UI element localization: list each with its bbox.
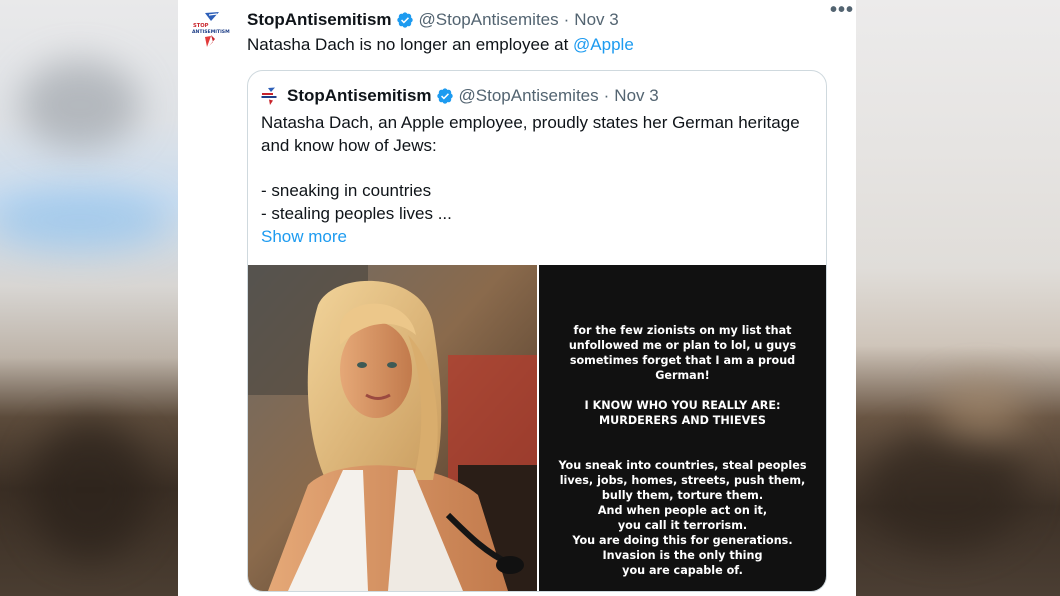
tweet-card[interactable]: STOP ANTISEMITISM StopAntisemitism @Stop… — [178, 0, 856, 596]
tweet-body: Natasha Dach is no longer an employee at — [247, 35, 574, 54]
media-grid[interactable]: for the few zionists on my list that unf… — [248, 265, 826, 591]
quoted-tweet-header: StopAntisemitism @StopAntisemites · Nov … — [261, 85, 659, 107]
story-line: unfollowed me or plan to lol, u guys — [568, 339, 797, 352]
logo-text-antisemitism: ANTISEMITISM — [192, 29, 230, 35]
story-line: you are capable of. — [622, 564, 743, 577]
quoted-logo-avatar[interactable] — [261, 86, 281, 106]
story-line: MURDERERS AND THIEVES — [599, 414, 766, 427]
logo-text-stop: STOP — [193, 23, 209, 29]
story-line — [539, 383, 826, 398]
quoted-tweet[interactable]: StopAntisemitism @StopAntisemites · Nov … — [247, 70, 827, 592]
background-right — [855, 0, 1060, 596]
story-line: Invasion is the only thing — [602, 549, 763, 562]
story-line: you call it terrorism. — [617, 519, 748, 532]
quoted-text-line: - stealing peoples lives ... — [261, 203, 452, 223]
story-line: You are doing this for generations. — [572, 534, 793, 547]
quoted-tweet-date[interactable]: Nov 3 — [614, 86, 658, 106]
quoted-verified-badge-icon — [436, 88, 453, 104]
background-left — [0, 0, 178, 596]
quoted-separator-dot: · — [603, 86, 610, 105]
story-line: bully them, torture them. — [601, 489, 764, 502]
story-line — [539, 428, 826, 443]
quoted-author-name[interactable]: StopAntisemitism — [287, 86, 432, 106]
author-handle[interactable]: @StopAntisemites — [419, 10, 559, 30]
story-screenshot[interactable]: for the few zionists on my list that unf… — [539, 265, 826, 591]
quoted-text-line: and know how of Jews: — [261, 135, 437, 155]
quoted-tweet-text: Natasha Dach, an Apple employee, proudly… — [261, 112, 821, 248]
tweet-header: StopAntisemitism @StopAntisemites · Nov … — [247, 9, 836, 31]
author-name[interactable]: StopAntisemitism — [247, 10, 392, 30]
story-line: sometimes forget that I am a proud — [569, 354, 796, 367]
quoted-text-line — [261, 157, 821, 180]
quoted-author-handle[interactable]: @StopAntisemites — [459, 86, 599, 106]
photo-woman-sunset[interactable] — [248, 265, 537, 591]
mention-link[interactable]: @Apple — [573, 35, 634, 54]
separator-dot: · — [563, 10, 570, 29]
show-more-link[interactable]: Show more — [261, 226, 821, 249]
quoted-text-line: - sneaking in countries — [261, 181, 432, 201]
tweet-date[interactable]: Nov 3 — [574, 10, 618, 30]
story-line: You sneak into countries, steal peoples — [558, 459, 807, 472]
more-options-icon[interactable]: ••• — [830, 0, 854, 20]
story-line: I KNOW WHO YOU REALLY ARE: — [584, 399, 781, 412]
story-line: lives, jobs, homes, streets, push them, — [559, 474, 806, 487]
stopantisemitism-logo-avatar[interactable]: STOP ANTISEMITISM — [191, 9, 231, 49]
quoted-text-line: Natasha Dach, an Apple employee, proudly… — [261, 113, 800, 132]
story-line: And when people act on it, — [597, 504, 768, 517]
story-line — [539, 443, 826, 458]
story-text: for the few zionists on my list that unf… — [539, 323, 826, 578]
tweet-text: Natasha Dach is no longer an employee at… — [247, 35, 634, 55]
story-line: for the few zionists on my list that — [573, 324, 792, 337]
story-line: German! — [655, 369, 710, 382]
verified-badge-icon — [396, 12, 413, 28]
